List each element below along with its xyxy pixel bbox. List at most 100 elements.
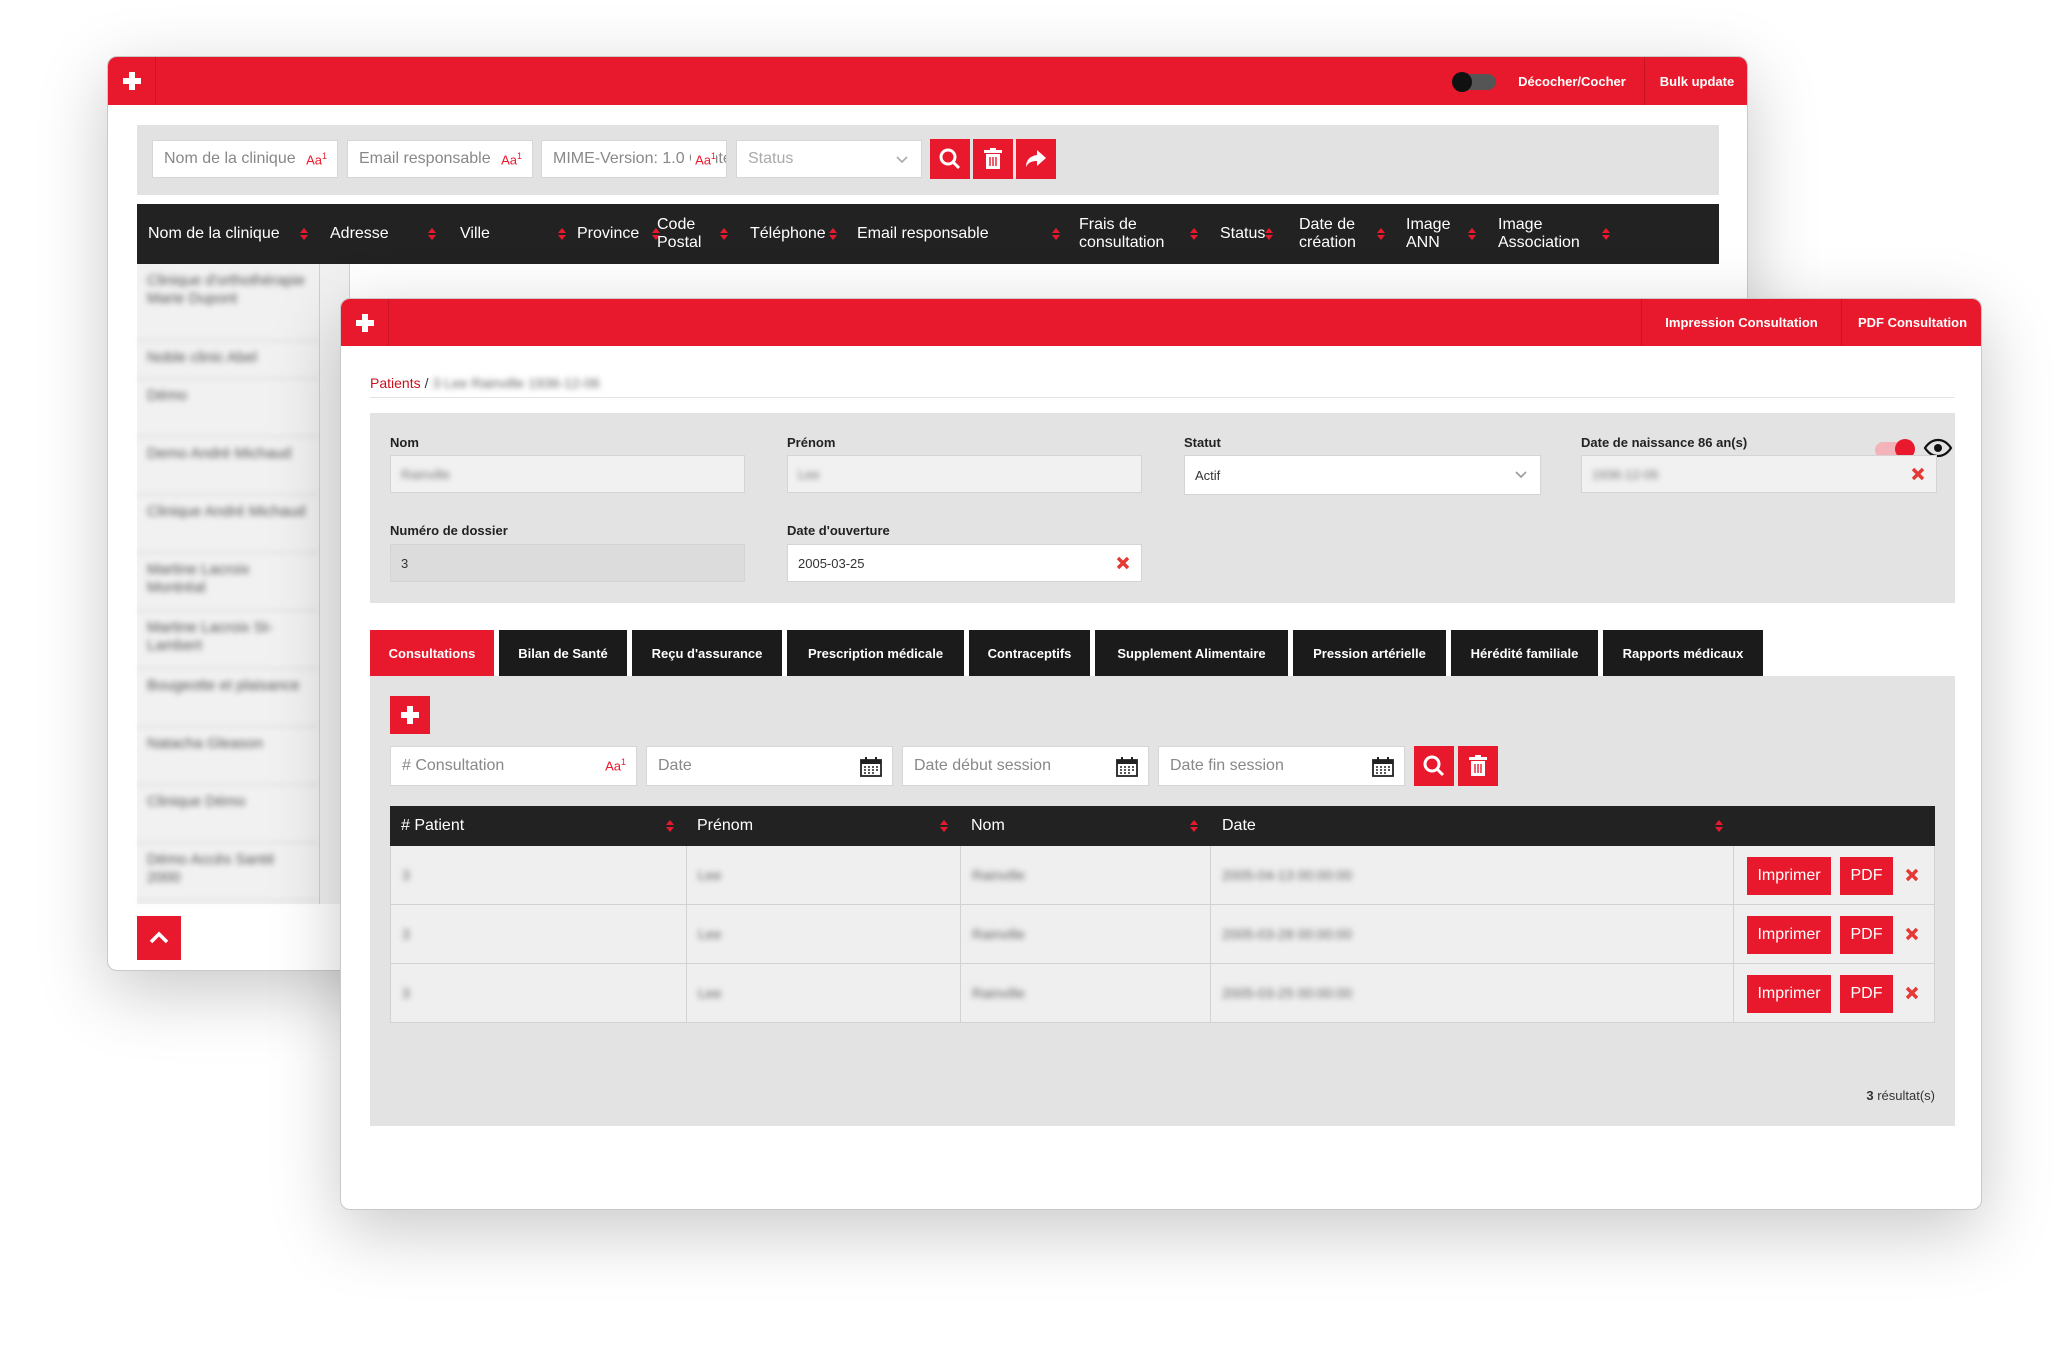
- column-header[interactable]: Email responsable: [857, 204, 989, 264]
- add-patient-button[interactable]: [341, 299, 389, 346]
- scroll-top-button[interactable]: [137, 916, 181, 960]
- sort-icon[interactable]: [1052, 228, 1060, 240]
- status-select[interactable]: Status: [736, 140, 922, 178]
- bulk-toggle[interactable]: [1452, 72, 1496, 92]
- mime-filter[interactable]: MIME-Version: 1.0 Conter Aa1: [541, 140, 727, 178]
- clear-icon[interactable]: [1910, 466, 1926, 482]
- export-button[interactable]: [1016, 139, 1056, 179]
- session-start-filter[interactable]: Date début session: [902, 746, 1149, 786]
- consultations-table-header: # Patient Prénom Nom Date: [390, 806, 1935, 846]
- bulk-update-button[interactable]: Bulk update: [1644, 57, 1747, 105]
- sort-icon[interactable]: [1265, 228, 1273, 240]
- pdf-button[interactable]: PDF: [1840, 857, 1893, 895]
- results-count: 3 résultat(s): [1866, 1088, 1935, 1103]
- table-row[interactable]: Clinique André Michaud: [137, 495, 320, 553]
- column-header[interactable]: Nom: [971, 806, 1005, 846]
- print-button[interactable]: Imprimer: [1747, 916, 1831, 954]
- table-row[interactable]: Démo: [137, 379, 320, 437]
- sort-icon[interactable]: [666, 820, 674, 832]
- add-consultation-button[interactable]: [390, 696, 430, 734]
- ouverture-field[interactable]: 2005-03-25: [787, 544, 1142, 582]
- clinic-name-filter[interactable]: Nom de la clinique Aa1: [152, 140, 338, 178]
- clear-consultation-filters-button[interactable]: [1458, 746, 1498, 786]
- table-row[interactable]: Martine Lacroix St-Lambert: [137, 611, 320, 669]
- sort-icon[interactable]: [1377, 228, 1385, 240]
- table-row[interactable]: Demo André Michaud: [137, 437, 320, 495]
- delete-icon[interactable]: [1904, 926, 1920, 942]
- tab-contraceptifs[interactable]: Contraceptifs: [969, 630, 1090, 676]
- case-sensitive-icon[interactable]: Aa1: [691, 151, 716, 168]
- statut-select[interactable]: Actif: [1184, 455, 1541, 495]
- consultation-number-filter[interactable]: # Consultation Aa1: [390, 746, 637, 786]
- pdf-consultation-button[interactable]: PDF Consultation: [1841, 299, 1981, 346]
- column-header[interactable]: Téléphone: [750, 204, 826, 264]
- nom-field[interactable]: Rainville: [390, 455, 745, 493]
- delete-icon[interactable]: [1904, 985, 1920, 1001]
- add-clinic-button[interactable]: [108, 57, 156, 105]
- tab-heredite[interactable]: Hérédité familiale: [1451, 630, 1598, 676]
- prenom-field[interactable]: Lee: [787, 455, 1142, 493]
- table-row[interactable]: Natacha Gleason: [137, 727, 320, 785]
- search-button[interactable]: [930, 139, 970, 179]
- calendar-icon[interactable]: [1372, 757, 1394, 777]
- column-header[interactable]: Image ANN: [1406, 204, 1456, 264]
- column-header[interactable]: Code Postal: [657, 204, 717, 264]
- print-button[interactable]: Imprimer: [1747, 975, 1831, 1013]
- table-row[interactable]: Clinique Démo: [137, 785, 320, 843]
- tab-consultations[interactable]: Consultations: [370, 630, 494, 676]
- column-header[interactable]: Date de création: [1299, 204, 1369, 264]
- search-consultations-button[interactable]: [1414, 746, 1454, 786]
- session-end-filter[interactable]: Date fin session: [1158, 746, 1405, 786]
- print-button[interactable]: Imprimer: [1747, 857, 1831, 895]
- table-row[interactable]: Démo Accès Santé 2000: [137, 843, 320, 901]
- pdf-button[interactable]: PDF: [1840, 916, 1893, 954]
- sort-icon[interactable]: [1190, 228, 1198, 240]
- sort-icon[interactable]: [829, 228, 837, 240]
- column-header[interactable]: Province: [559, 204, 639, 264]
- table-row[interactable]: Noble clinic Abel: [137, 341, 320, 379]
- column-header[interactable]: Nom de la clinique: [148, 204, 280, 264]
- sort-icon[interactable]: [720, 228, 728, 240]
- sort-icon[interactable]: [300, 228, 308, 240]
- column-header[interactable]: Prénom: [697, 806, 753, 846]
- sort-icon[interactable]: [1602, 228, 1610, 240]
- sort-icon[interactable]: [940, 820, 948, 832]
- consultations-panel: # Consultation Aa1 Date Date début sessi…: [370, 676, 1955, 1126]
- column-header[interactable]: # Patient: [401, 806, 464, 846]
- column-header[interactable]: Status: [1220, 204, 1265, 264]
- case-sensitive-icon[interactable]: Aa1: [306, 151, 327, 167]
- calendar-icon[interactable]: [860, 757, 882, 777]
- column-header[interactable]: Adresse: [330, 204, 389, 264]
- tab-bilan-de-sante[interactable]: Bilan de Santé: [499, 630, 627, 676]
- sort-icon[interactable]: [1190, 820, 1198, 832]
- delete-icon[interactable]: [1904, 867, 1920, 883]
- column-header[interactable]: Frais de consultation: [1079, 204, 1199, 264]
- calendar-icon[interactable]: [1116, 757, 1138, 777]
- print-consultation-button[interactable]: Impression Consultation: [1641, 299, 1841, 346]
- column-header[interactable]: Date: [1222, 806, 1256, 846]
- sort-icon[interactable]: [428, 228, 436, 240]
- tab-pression[interactable]: Pression artérielle: [1293, 630, 1446, 676]
- clear-icon[interactable]: [1115, 555, 1131, 571]
- column-header[interactable]: Ville: [460, 204, 490, 264]
- sort-icon[interactable]: [1468, 228, 1476, 240]
- date-filter[interactable]: Date: [646, 746, 893, 786]
- prenom-label: Prénom: [787, 435, 836, 450]
- tab-prescription[interactable]: Prescription médicale: [787, 630, 964, 676]
- dob-field[interactable]: 1936-12-06: [1581, 455, 1937, 493]
- sort-icon[interactable]: [1715, 820, 1723, 832]
- clear-filters-button[interactable]: [973, 139, 1013, 179]
- table-row[interactable]: Bougeotte et plaisance: [137, 669, 320, 727]
- tab-supplement[interactable]: Supplement Alimentaire: [1095, 630, 1288, 676]
- table-row[interactable]: Martine Lacroix Montréal: [137, 553, 320, 611]
- case-sensitive-icon[interactable]: Aa1: [501, 151, 522, 167]
- pdf-button[interactable]: PDF: [1840, 975, 1893, 1013]
- patient-window: Impression Consultation PDF Consultation…: [340, 298, 1982, 1210]
- table-row[interactable]: Clinique d'orthothérapie Marie Dupont: [137, 264, 320, 341]
- tab-recu-assurance[interactable]: Reçu d'assurance: [632, 630, 782, 676]
- email-filter[interactable]: Email responsable Aa1: [347, 140, 533, 178]
- case-sensitive-icon[interactable]: Aa1: [605, 757, 626, 773]
- breadcrumb-patients-link[interactable]: Patients: [370, 375, 421, 391]
- column-header[interactable]: Image Association: [1498, 204, 1588, 264]
- tab-rapports[interactable]: Rapports médicaux: [1603, 630, 1763, 676]
